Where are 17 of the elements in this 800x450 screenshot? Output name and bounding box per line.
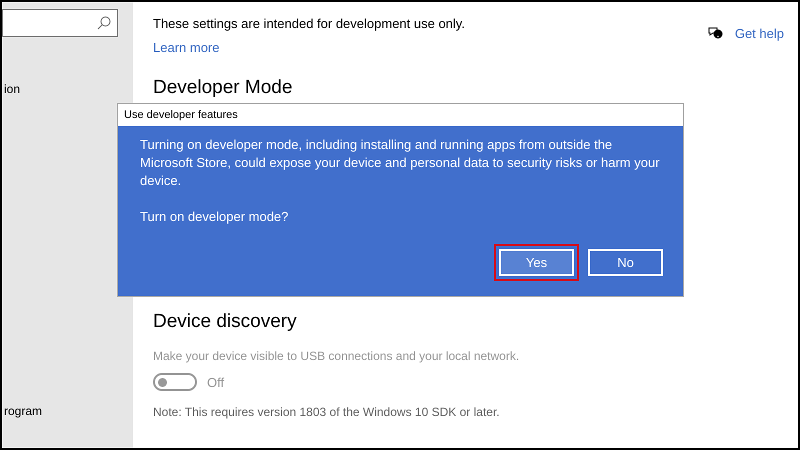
- search-field[interactable]: [2, 9, 118, 37]
- section-heading: Device discovery: [153, 311, 298, 333]
- toggle-label: Off: [207, 374, 224, 390]
- dialog-question: Turn on developer mode?: [140, 208, 290, 226]
- sidebar-item[interactable]: ion: [4, 82, 133, 96]
- get-help-link[interactable]: Get help: [734, 26, 784, 40]
- intro-text: These settings are intended for development use only.: [153, 16, 465, 31]
- toggle-switch[interactable]: [153, 373, 197, 391]
- chat-help-icon: [708, 26, 723, 40]
- dialog-message: Turning on developer mode, including installing and running apps from outside the Microsoft Store, could expose your device and personal data to security risks or harm your device.: [140, 136, 661, 190]
- dialog-button[interactable]: No: [588, 249, 663, 276]
- sidebar-item[interactable]: rogram: [4, 404, 133, 418]
- note-text: Note: This requires version 1803 of the Windows 10 SDK or later.: [153, 405, 501, 419]
- section-heading: Developer Mode: [153, 77, 294, 99]
- learn-more-link[interactable]: Learn more: [153, 40, 220, 55]
- description-text: Make your device visible to USB connections and your local network.: [153, 349, 520, 363]
- search-icon: [97, 16, 111, 30]
